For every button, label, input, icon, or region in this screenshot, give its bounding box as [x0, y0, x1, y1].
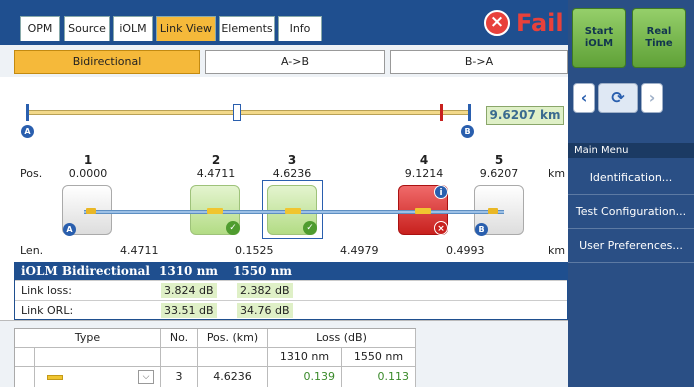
type-cell[interactable]: ⌵	[35, 367, 161, 387]
direction-selector: Bidirectional A->B B->A	[0, 45, 568, 77]
col-type[interactable]: Type	[15, 329, 161, 348]
event-number-3: 3	[287, 153, 297, 167]
tab-elements[interactable]: Elements	[219, 16, 275, 41]
menu-identification[interactable]: Identification...	[568, 162, 694, 195]
event-pos-5: 9.6207	[479, 167, 519, 180]
wavelength-1310: 1310 nm	[159, 264, 218, 278]
tab-source[interactable]: Source	[64, 16, 110, 41]
subcol-1550: 1550 nm	[342, 348, 416, 367]
connector-icon	[47, 375, 63, 380]
results-title: iOLM Bidirectional	[21, 264, 150, 278]
link-loss-1550: 2.382 dB	[237, 283, 293, 298]
event-number-4: 4	[419, 153, 429, 167]
event-pos-4: 9.1214	[404, 167, 444, 180]
refresh-icon[interactable]: ⟳	[598, 83, 638, 113]
row-number: 3	[161, 367, 198, 387]
zoom-handle[interactable]	[233, 104, 241, 121]
row-spacer	[15, 348, 35, 367]
bidirectional-button[interactable]: Bidirectional	[14, 50, 200, 74]
row-selector[interactable]	[15, 367, 35, 387]
row-position: 4.6236	[198, 367, 268, 387]
fault-marker	[440, 104, 443, 121]
results-header: iOLM Bidirectional 1310 nm 1550 nm	[15, 263, 567, 280]
segment-length-3: 4.4979	[340, 244, 379, 257]
link-loss-1310: 3.824 dB	[161, 283, 217, 298]
connector-icon	[285, 208, 301, 214]
endpoint-a-icon: A	[63, 223, 76, 236]
total-length-display: 9.6207 km	[486, 106, 564, 125]
menu-user-preferences[interactable]: User Preferences...	[568, 230, 694, 263]
len-label: Len.	[20, 244, 44, 257]
launch-connector-icon	[86, 208, 96, 214]
endpoint-b-icon: B	[461, 125, 474, 138]
segment-length-4: 0.4993	[446, 244, 485, 257]
link-orl-1550: 34.76 dB	[237, 303, 293, 318]
main-menu-header: Main Menu	[568, 143, 694, 158]
pos-spacer	[198, 348, 268, 367]
segment-length-1: 4.4711	[120, 244, 159, 257]
segment-length-2: 0.1525	[235, 244, 274, 257]
close-icon: ×	[484, 10, 510, 36]
event-number-1: 1	[83, 153, 93, 167]
subcol-1310: 1310 nm	[268, 348, 342, 367]
event-pos-2: 4.4711	[196, 167, 236, 180]
tab-info[interactable]: Info	[278, 16, 322, 41]
endpoint-a-icon: A	[21, 125, 34, 138]
receive-connector-icon	[488, 208, 498, 214]
col-no[interactable]: No.	[161, 329, 198, 348]
start-iolm-button[interactable]: Start iOLM	[572, 8, 626, 68]
close-icon: ×	[434, 221, 448, 235]
tab-opm[interactable]: OPM	[20, 16, 60, 41]
pos-unit: km	[548, 167, 566, 180]
real-time-button[interactable]: Real Time	[632, 8, 686, 68]
chevron-right-icon[interactable]: ›	[641, 83, 663, 113]
menu-test-configuration[interactable]: Test Configuration...	[568, 196, 694, 229]
check-icon: ✓	[303, 221, 317, 235]
wavelength-1550: 1550 nm	[233, 264, 292, 278]
link-view-panel: 9.6207 km A B Pos. km 1 0.0000 2 4.4711 …	[0, 77, 568, 262]
chevron-down-icon[interactable]: ⌵	[138, 370, 154, 384]
end-marker	[468, 104, 471, 121]
event-table: Type No. Pos. (km) Loss (dB) 1310 nm 155…	[14, 328, 416, 387]
results-summary: iOLM Bidirectional 1310 nm 1550 nm Link …	[14, 262, 568, 320]
col-loss[interactable]: Loss (dB)	[268, 329, 416, 348]
a-to-b-button[interactable]: A->B	[205, 50, 385, 74]
info-icon: i	[434, 185, 448, 199]
link-orl-row: Link ORL: 33.51 dB 34.76 dB	[15, 300, 567, 320]
len-unit: km	[548, 244, 566, 257]
check-icon: ✓	[226, 221, 240, 235]
connector-icon	[415, 208, 431, 214]
link-overview-track[interactable]	[26, 110, 471, 115]
event-pos-3: 4.6236	[272, 167, 312, 180]
b-to-a-button[interactable]: B->A	[390, 50, 568, 74]
row-loss-1550: 0.113	[342, 367, 416, 387]
link-loss-label: Link loss:	[21, 284, 72, 297]
pos-label: Pos.	[20, 167, 43, 180]
status-badge: × Fail	[484, 8, 564, 38]
start-marker	[26, 104, 29, 121]
link-orl-1310: 33.51 dB	[161, 303, 217, 318]
event-number-5: 5	[494, 153, 504, 167]
col-pos[interactable]: Pos. (km)	[198, 329, 268, 348]
chevron-left-icon[interactable]: ‹	[573, 83, 595, 113]
event-pos-1: 0.0000	[68, 167, 108, 180]
link-orl-label: Link ORL:	[21, 304, 74, 317]
type-spacer	[35, 348, 161, 367]
endpoint-b-icon: B	[475, 223, 488, 236]
connector-icon	[207, 208, 223, 214]
event-number-2: 2	[211, 153, 221, 167]
event-table-panel: Type No. Pos. (km) Loss (dB) 1310 nm 155…	[0, 320, 568, 387]
row-loss-1310: 0.139	[268, 367, 342, 387]
tab-iolm[interactable]: iOLM	[113, 16, 153, 41]
top-tab-bar: OPM Source iOLM Link View Elements Info …	[0, 0, 568, 45]
no-spacer	[161, 348, 198, 367]
link-loss-row: Link loss: 3.824 dB 2.382 dB	[15, 280, 567, 300]
right-sidebar: Start iOLM Real Time ‹ ⟳ › Main Menu Ident…	[568, 0, 694, 387]
status-label: Fail	[516, 9, 564, 37]
tab-link-view[interactable]: Link View	[156, 16, 216, 41]
